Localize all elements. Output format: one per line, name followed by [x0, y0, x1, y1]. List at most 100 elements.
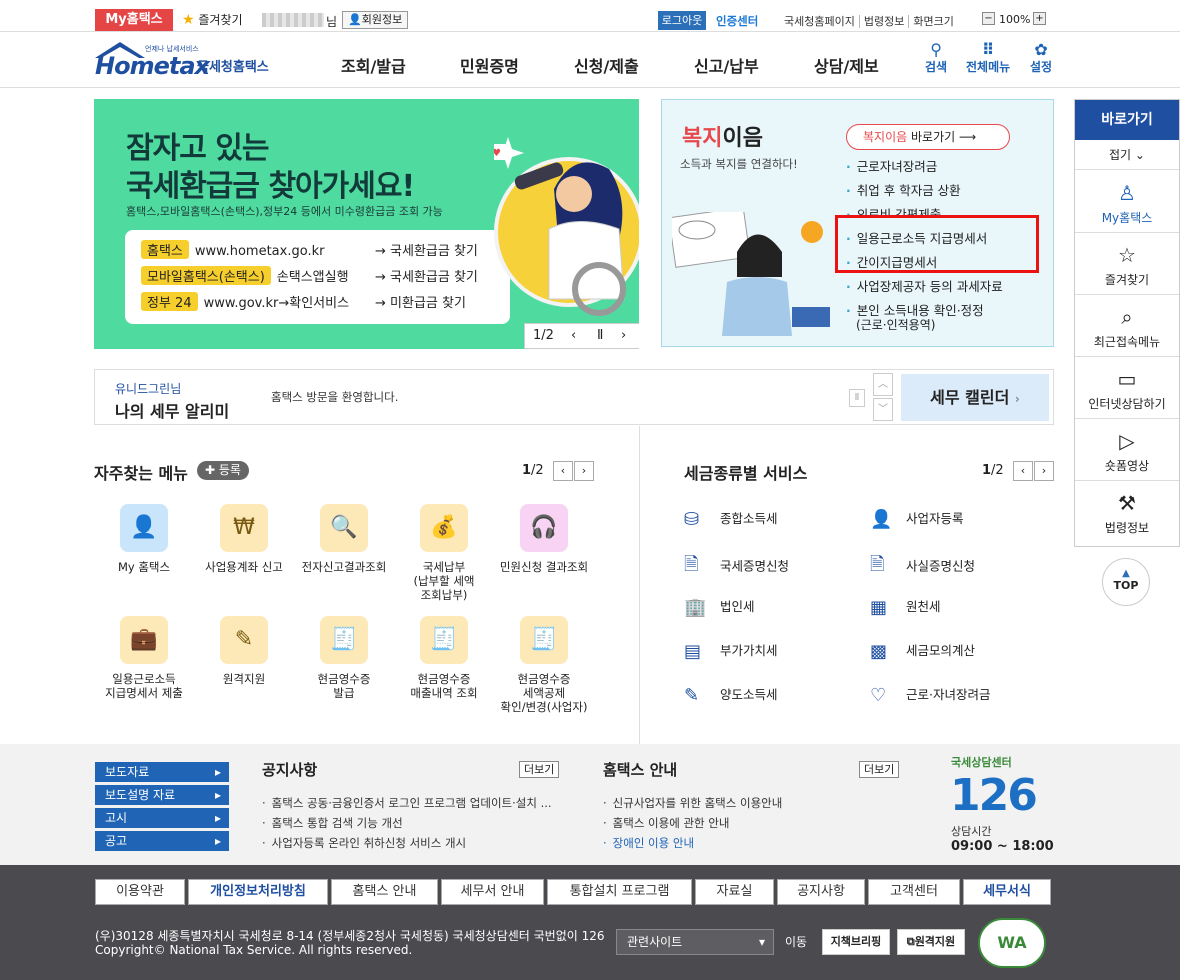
banner-line2: 국세환급금 찾아가세요!: [126, 169, 415, 204]
logout-button[interactable]: 로그아웃: [658, 11, 706, 30]
footer-privacy[interactable]: 개인정보처리방침: [188, 879, 328, 905]
menu-receipt-issue[interactable]: 🧾 현금영수증 발급: [294, 616, 394, 700]
logo[interactable]: Hometax: [95, 52, 210, 80]
notice-pause-button[interactable]: Ⅱ: [849, 389, 865, 407]
building-icon: 🏢: [684, 597, 707, 618]
zoom-in-button[interactable]: +: [1033, 12, 1046, 25]
frequent-next[interactable]: ›: [574, 461, 594, 481]
all-menu-button[interactable]: ⠿ 전체메뉴: [966, 42, 1010, 75]
guide-item[interactable]: 신규사업자를 위한 홈택스 이용안내: [603, 795, 783, 811]
menu-receipt-deduction[interactable]: 🧾 현금영수증 세액공제 확인/변경(사업자): [494, 616, 594, 714]
svc-vat[interactable]: ▤ 부가가치세: [684, 640, 778, 662]
quick-favorites[interactable]: ☆ 즐겨찾기: [1075, 233, 1179, 295]
svc-withholding[interactable]: ▦ 원천세: [870, 596, 941, 618]
svc-tax-cert[interactable]: 🗎 국세증명신청: [684, 552, 789, 582]
chevron-down-icon: ⌄: [1134, 148, 1145, 162]
law-info-link[interactable]: 법령정보: [858, 15, 909, 28]
menu-remote-support[interactable]: ✎ 원격지원: [194, 616, 294, 686]
member-info-button[interactable]: 👤회원정보: [342, 11, 409, 29]
menu-tax-payment[interactable]: 💰 국세납부 (납부할 세액 조회납부): [394, 504, 494, 602]
quick-my-hometax[interactable]: ♙ My홈택스: [1075, 171, 1179, 233]
banner-next[interactable]: ›: [621, 328, 626, 343]
menu-my-hometax[interactable]: 👤 My 홈택스: [94, 504, 194, 574]
press-explain-link[interactable]: 보도설명 자료: [95, 785, 229, 805]
cert-center-link[interactable]: 인증센터: [716, 13, 758, 29]
scroll-top-button[interactable]: ▲ TOP: [1102, 558, 1150, 606]
remote-support-button[interactable]: ⧉원격지원: [897, 929, 965, 955]
welfare-item[interactable]: 근로자녀장려금: [846, 156, 938, 175]
quick-law-info[interactable]: ⚒ 법령정보: [1075, 481, 1179, 543]
my-hometax-tab[interactable]: My홈택스: [95, 9, 173, 31]
welfare-item[interactable]: 취업 후 학자금 상환: [846, 180, 961, 199]
svc-income-tax[interactable]: ⛁ 종합소득세: [684, 508, 778, 530]
svc-biz-registration[interactable]: 👤 사업자등록: [870, 508, 964, 530]
tax-service-prev[interactable]: ‹: [1013, 461, 1033, 481]
nts-home-link[interactable]: 국세청홈페이지: [780, 15, 859, 28]
quick-fold-button[interactable]: 접기 ⌄: [1075, 140, 1179, 170]
refund-banner[interactable]: 잠자고 있는 국세환급금 찾아가세요! 홈택스,모바일홈택스(손택스),정부24…: [94, 99, 639, 349]
footer-tax-forms[interactable]: 세무서식: [963, 879, 1051, 905]
related-sites-select[interactable]: 관련사이트: [616, 929, 774, 955]
banner-prev[interactable]: ‹: [571, 328, 576, 343]
quick-online-consult[interactable]: ▭ 인터넷상담하기: [1075, 357, 1179, 419]
svc-tax-calc[interactable]: ▩ 세금모의계산: [870, 640, 975, 662]
footer-address: (우)30128 세종특별자치시 국세청로 8-14 (정부세종2청사 국세청동…: [95, 929, 605, 957]
zoom-out-button[interactable]: −: [982, 12, 995, 25]
svc-transfer-tax[interactable]: ✎ 양도소득세: [684, 684, 778, 706]
notice-up-button[interactable]: ︿: [873, 373, 893, 396]
bank-book-icon: ₩: [220, 504, 268, 552]
svc-fact-cert[interactable]: 🗎 사실증명신청: [870, 552, 975, 582]
tax-calendar-button[interactable]: 세무 캘린더 ›: [901, 374, 1049, 421]
welfare-item[interactable]: 사업장제공자 등의 과세자료: [846, 276, 1003, 295]
notice-item[interactable]: 홈택스 통합 검색 기능 개선: [262, 815, 403, 831]
nav-certificates[interactable]: 민원증명: [460, 53, 519, 77]
favorites-link[interactable]: ★ 즐겨찾기: [182, 9, 243, 31]
notice-gosi-link[interactable]: 고시: [95, 808, 229, 828]
user-greeting: 유니드그린님: [115, 382, 182, 396]
guide-item[interactable]: 장애인 이용 안내: [603, 835, 694, 851]
footer-install[interactable]: 통합설치 프로그램: [547, 879, 692, 905]
footer-notice[interactable]: 공지사항: [777, 879, 865, 905]
tax-service-next[interactable]: ›: [1034, 461, 1054, 481]
notice-item[interactable]: 홈택스 공동·금융인증서 로그인 프로그램 업데이트·설치 ...: [262, 795, 552, 811]
frequent-prev[interactable]: ‹: [553, 461, 573, 481]
nav-consult[interactable]: 상담/제보: [814, 53, 879, 77]
nav-inquiry[interactable]: 조회/발급: [341, 53, 406, 77]
menu-receipt-sales[interactable]: 🧾 현금영수증 매출내역 조회: [394, 616, 494, 700]
banner-pager: 1/2: [533, 328, 554, 343]
footer-office-guide[interactable]: 세무서 안내: [441, 879, 544, 905]
add-favorite-button[interactable]: ✚ 등록: [197, 461, 249, 480]
search-button[interactable]: ⚲ 검색: [925, 42, 947, 75]
nav-apply[interactable]: 신청/제출: [574, 53, 639, 77]
footer-terms[interactable]: 이용약관: [95, 879, 185, 905]
chevron-right-icon: ›: [1014, 392, 1020, 406]
footer-hometax-guide[interactable]: 홈택스 안내: [331, 879, 438, 905]
press-release-link[interactable]: 보도자료: [95, 762, 229, 782]
guide-more-button[interactable]: 더보기: [859, 761, 900, 778]
notice-down-button[interactable]: ﹀: [873, 398, 893, 421]
menu-e-filing-result[interactable]: 🔍 전자신고결과조회: [294, 504, 394, 574]
menu-petition-result[interactable]: 🎧 민원신청 결과조회: [494, 504, 594, 574]
svc-earned-income-credit[interactable]: ♡ 근로·자녀장려금: [870, 684, 990, 706]
quick-recent[interactable]: ⌕ 최근접속메뉴: [1075, 295, 1179, 357]
quick-shortform[interactable]: ▷ 숏폼영상: [1075, 419, 1179, 481]
guide-item[interactable]: 홈택스 이용에 관한 안내: [603, 815, 730, 831]
footer-customer[interactable]: 고객센터: [868, 879, 960, 905]
settings-button[interactable]: ✿ 설정: [1030, 42, 1052, 75]
svc-corporate-tax[interactable]: 🏢 법인세: [684, 596, 755, 618]
consult-hours: 09:00 ~ 18:00: [951, 839, 1054, 854]
menu-daily-wage[interactable]: 💼 일용근로소득 지급명세서 제출: [94, 616, 194, 700]
welfare-illustration: [672, 212, 830, 336]
grid-icon: ⠿: [981, 40, 995, 59]
footer-archive[interactable]: 자료실: [695, 879, 774, 905]
welfare-subtitle: 소득과 복지를 연결하다!: [680, 157, 798, 171]
menu-biz-account[interactable]: ₩ 사업용계좌 신고: [194, 504, 294, 574]
policy-briefing-button[interactable]: 지책브리핑: [822, 929, 890, 955]
nav-report[interactable]: 신고/납부: [694, 53, 759, 77]
notice-item[interactable]: 사업자등록 온라인 취하신청 서비스 개시: [262, 835, 466, 851]
notice-more-button[interactable]: 더보기: [519, 761, 560, 778]
announcement-link[interactable]: 공고: [95, 831, 229, 851]
banner-pause[interactable]: Ⅱ: [597, 328, 603, 343]
go-button[interactable]: 이동: [778, 929, 814, 955]
welfare-go-button[interactable]: 복지이음 바로가기 ⟶: [846, 124, 1010, 150]
